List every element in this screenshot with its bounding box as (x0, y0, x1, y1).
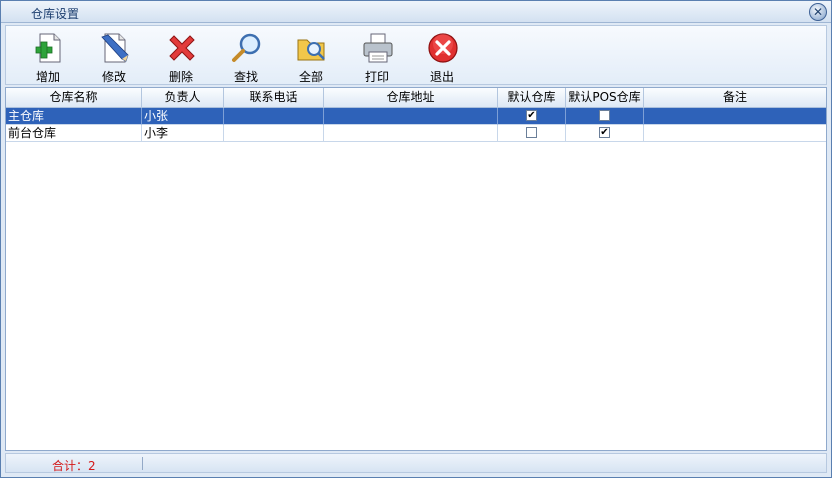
cell-note (644, 108, 826, 125)
cell-phone (224, 125, 324, 142)
cell-name: 前台仓库 (6, 125, 142, 142)
column-header-note[interactable]: 备注 (644, 88, 826, 108)
column-header-default-pos[interactable]: 默认POS仓库 (566, 88, 644, 108)
cell-default: ✔ (498, 108, 566, 125)
cell-default (498, 125, 566, 142)
cell-default-pos (566, 108, 644, 125)
default-pos-checkbox[interactable] (599, 110, 610, 121)
add-button[interactable]: 增加 (20, 28, 76, 84)
warehouse-table: 仓库名称 负责人 联系电话 仓库地址 默认仓库 默认POS仓库 备注 主仓库 小… (5, 87, 827, 451)
column-header-default[interactable]: 默认仓库 (498, 88, 566, 108)
title-bar: 仓库设置 ✕ (1, 1, 831, 23)
column-header-name[interactable]: 仓库名称 (6, 88, 142, 108)
show-all-button-label: 全部 (298, 70, 323, 84)
status-divider (142, 457, 143, 470)
cell-phone (224, 108, 324, 125)
edit-doc-icon (101, 33, 129, 63)
edit-button-label: 修改 (101, 70, 126, 84)
column-header-address[interactable]: 仓库地址 (324, 88, 498, 108)
magnifier-icon (232, 33, 261, 62)
printer-icon (363, 33, 393, 63)
cell-name: 主仓库 (6, 108, 142, 125)
folder-search-icon (297, 39, 325, 61)
exit-button-label: 退出 (429, 70, 454, 84)
window-title: 仓库设置 (31, 7, 80, 21)
total-count: 合计：2 (52, 459, 96, 473)
table-header: 仓库名称 负责人 联系电话 仓库地址 默认仓库 默认POS仓库 备注 (6, 88, 826, 108)
close-icon: ✕ (812, 5, 824, 19)
default-pos-checkbox[interactable]: ✔ (599, 127, 610, 138)
close-window-button[interactable]: ✕ (809, 3, 827, 21)
cell-address (324, 108, 498, 125)
edit-button[interactable]: 修改 (86, 28, 142, 84)
exit-button[interactable]: 退出 (414, 28, 470, 84)
toolbar: 增加 修改 删除 查找 全部 打印 退出 (5, 25, 827, 85)
cell-default-pos: ✔ (566, 125, 644, 142)
status-bar: 合计：2 (5, 453, 827, 473)
cell-manager: 小李 (142, 125, 224, 142)
default-checkbox[interactable]: ✔ (526, 110, 537, 121)
column-header-phone[interactable]: 联系电话 (224, 88, 324, 108)
default-checkbox[interactable] (526, 127, 537, 138)
find-button[interactable]: 查找 (218, 28, 274, 84)
red-x-icon (169, 35, 195, 61)
warehouse-settings-window: 仓库设置 ✕ 增加 修改 删除 查找 全部 打印 退出 仓库名称 负责人 联系电… (0, 0, 832, 478)
exit-circle-icon (428, 33, 458, 63)
cell-manager: 小张 (142, 108, 224, 125)
add-doc-icon (35, 33, 61, 63)
delete-button[interactable]: 删除 (153, 28, 209, 84)
print-button[interactable]: 打印 (349, 28, 405, 84)
cell-address (324, 125, 498, 142)
cell-note (644, 125, 826, 142)
table-row[interactable]: 主仓库 小张 ✔ (6, 108, 826, 125)
print-button-label: 打印 (364, 70, 389, 84)
table-row[interactable]: 前台仓库 小李 ✔ (6, 125, 826, 142)
add-button-label: 增加 (35, 70, 60, 84)
column-header-manager[interactable]: 负责人 (142, 88, 224, 108)
find-button-label: 查找 (233, 70, 258, 84)
delete-button-label: 删除 (168, 70, 193, 84)
show-all-button[interactable]: 全部 (283, 28, 339, 84)
